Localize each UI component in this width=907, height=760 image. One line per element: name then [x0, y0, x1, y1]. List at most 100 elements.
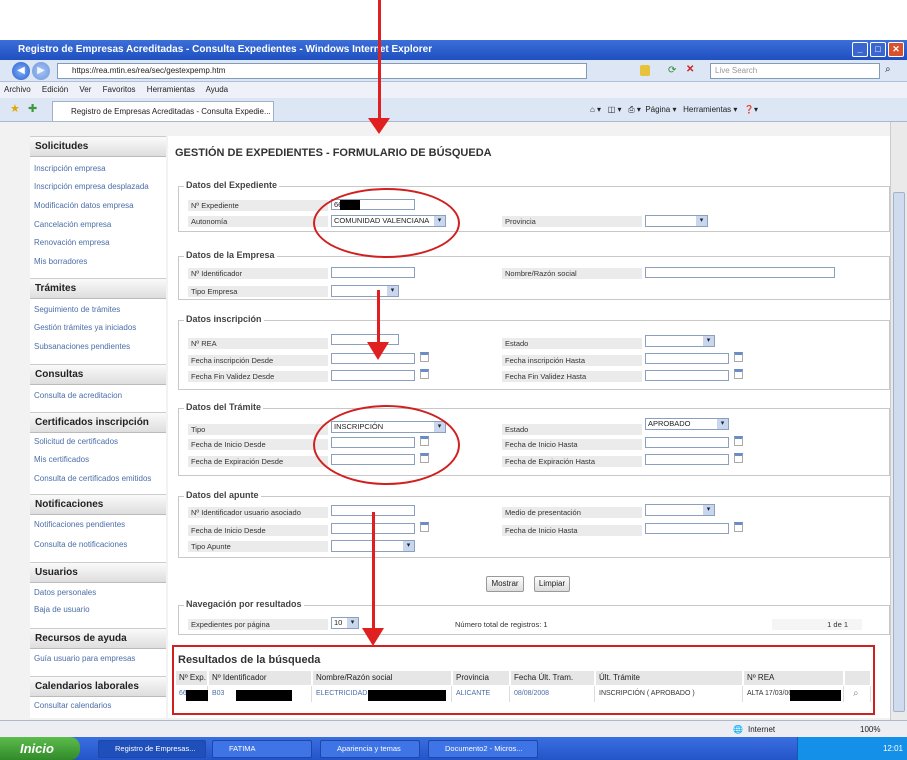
task-fatima[interactable]: FATIMA	[212, 740, 312, 758]
col-header-fecha[interactable]: Fecha Últ. Tram.	[511, 671, 595, 685]
show-button[interactable]: Mostrar	[486, 576, 524, 592]
refresh-icon[interactable]: ⟳	[668, 65, 676, 76]
fin-desde-input[interactable]	[331, 370, 415, 381]
start-button[interactable]: Inicio	[0, 737, 80, 760]
favorites-star-icon[interactable]: ★	[10, 102, 20, 115]
insc-hasta-input[interactable]	[645, 353, 729, 364]
calendar-icon[interactable]	[734, 352, 743, 362]
col-header-provincia[interactable]: Provincia	[453, 671, 510, 685]
label-estado-inscripcion: Estado	[502, 338, 642, 349]
calendar-icon[interactable]	[734, 522, 743, 532]
feeds-icon[interactable]: ◫ ▾	[608, 105, 622, 114]
sidebar-item-renovacion[interactable]: Renovación empresa	[34, 238, 110, 247]
sidebar-item-subsanaciones[interactable]: Subsanaciones pendientes	[34, 342, 130, 351]
estado-inscripcion-select[interactable]: ▾	[645, 335, 715, 347]
num-identificador-input[interactable]	[331, 267, 415, 278]
back-button[interactable]: ◀	[12, 62, 30, 80]
calendar-icon[interactable]	[734, 369, 743, 379]
label-rea: Nº REA	[188, 338, 328, 349]
help-icon[interactable]: ❓▾	[744, 105, 758, 114]
inicio-hasta-input[interactable]	[645, 437, 729, 448]
legend-empresa: Datos de la Empresa	[184, 250, 277, 260]
sidebar-item-borradores[interactable]: Mis borradores	[34, 257, 87, 266]
calendar-icon[interactable]	[420, 522, 429, 532]
exp-hasta-input[interactable]	[645, 454, 729, 465]
scrollbar-thumb[interactable]	[893, 192, 905, 712]
sidebar-item-cancelacion[interactable]: Cancelación empresa	[34, 220, 111, 229]
menu-edicion[interactable]: Edición	[42, 85, 68, 94]
fin-hasta-input[interactable]	[645, 370, 729, 381]
task-registro[interactable]: Registro de Empresas...	[98, 740, 206, 758]
apunte-inicio-hasta-input[interactable]	[645, 523, 729, 534]
page-menu[interactable]: Página	[645, 105, 670, 114]
calendar-icon[interactable]	[420, 369, 429, 379]
home-icon[interactable]: ⌂ ▾	[590, 105, 601, 114]
legend-inscripcion: Datos inscripción	[184, 314, 264, 324]
chevron-down-icon: ▾	[717, 419, 728, 429]
menu-ayuda[interactable]: Ayuda	[206, 85, 229, 94]
sidebar-item-certificados-emitidos[interactable]: Consulta de certificados emitidos	[34, 474, 151, 483]
sidebar-item-mis-certificados[interactable]: Mis certificados	[34, 455, 89, 464]
section-recursos: Recursos de ayuda	[30, 628, 166, 649]
menu-favoritos[interactable]: Favoritos	[103, 85, 136, 94]
cell-fecha[interactable]: 08/08/2008	[511, 686, 595, 702]
per-page-select[interactable]: 10 ▾	[331, 617, 359, 629]
col-header-nombre[interactable]: Nombre/Razón social	[313, 671, 452, 685]
provincia-select[interactable]: ▾	[645, 215, 708, 227]
tipo-empresa-select[interactable]: ▾	[331, 285, 399, 297]
forward-button[interactable]: ▶	[32, 62, 50, 80]
clear-button[interactable]: Limpiar	[534, 576, 570, 592]
minimize-button[interactable]: _	[852, 42, 868, 57]
print-icon[interactable]: ⎙ ▾	[628, 105, 641, 114]
magnifier-icon[interactable]: ⌕	[845, 686, 871, 702]
medio-select[interactable]: ▾	[645, 504, 715, 516]
sidebar-item-solicitud-certificados[interactable]: Solicitud de certificados	[34, 437, 118, 446]
sidebar-item-inscripcion[interactable]: Inscripción empresa	[34, 164, 106, 173]
nombre-input[interactable]	[645, 267, 835, 278]
url-input[interactable]: https://rea.mtin.es/rea/sec/gestexpemp.h…	[57, 63, 587, 79]
section-usuarios: Usuarios	[30, 562, 166, 583]
page-title: GESTIÓN DE EXPEDIENTES - FORMULARIO DE B…	[175, 147, 492, 159]
close-button[interactable]: ✕	[888, 42, 904, 57]
add-favorite-icon[interactable]: ✚	[28, 102, 37, 115]
task-apariencia[interactable]: Apariencia y temas	[320, 740, 420, 758]
menu-archivo[interactable]: Archivo	[4, 85, 31, 94]
search-input[interactable]: Live Search	[710, 63, 880, 79]
task-documento[interactable]: Documento2 - Micros...	[428, 740, 538, 758]
annotation-arrow	[377, 290, 380, 350]
calendar-icon[interactable]	[734, 453, 743, 463]
label-exp-desde: Fecha de Expiración Desde	[188, 456, 328, 467]
sidebar-item-modificacion[interactable]: Modificación datos empresa	[34, 201, 134, 210]
calendar-icon[interactable]	[420, 352, 429, 362]
stop-icon[interactable]: ✕	[686, 64, 694, 75]
col-header-rea[interactable]: Nº REA	[744, 671, 844, 685]
sidebar-item-inscripcion-desplazada[interactable]: Inscripción empresa desplazada	[34, 182, 149, 191]
clock: 12:01	[882, 744, 903, 753]
cell-provincia[interactable]: ALICANTE	[453, 686, 510, 702]
col-header-exp[interactable]: Nº Exp.	[176, 671, 208, 685]
tools-menu[interactable]: Herramientas	[683, 105, 731, 114]
sidebar-item-baja-usuario[interactable]: Baja de usuario	[34, 605, 90, 614]
menu-ver[interactable]: Ver	[79, 85, 91, 94]
sidebar-item-notificaciones-pendientes[interactable]: Notificaciones pendientes	[34, 520, 125, 529]
sidebar-item-gestion[interactable]: Gestión trámites ya iniciados	[34, 323, 136, 332]
label-nombre: Nombre/Razón social	[502, 268, 642, 279]
vertical-scrollbar[interactable]	[890, 122, 907, 720]
sidebar-item-datos-personales[interactable]: Datos personales	[34, 588, 96, 597]
sidebar-item-guia[interactable]: Guía usuario para empresas	[34, 654, 135, 663]
estado-tramite-select[interactable]: APROBADO ▾	[645, 418, 729, 430]
col-header-tramite[interactable]: Últ. Trámite	[596, 671, 743, 685]
search-icon[interactable]: ⌕	[885, 64, 891, 75]
menu-bar: Archivo Edición Ver Favoritos Herramient…	[0, 82, 907, 98]
maximize-button[interactable]: □	[870, 42, 886, 57]
col-header-identificador[interactable]: Nº Identificador	[209, 671, 312, 685]
sidebar-item-consulta-notificaciones[interactable]: Consulta de notificaciones	[34, 540, 127, 549]
browser-tab[interactable]: Registro de Empresas Acreditadas - Consu…	[52, 101, 274, 121]
zoom-level[interactable]: 100%	[860, 721, 880, 738]
calendar-icon[interactable]	[734, 436, 743, 446]
annotation-arrowhead	[368, 118, 390, 134]
sidebar-item-calendarios[interactable]: Consultar calendarios	[34, 701, 111, 710]
sidebar-item-seguimiento[interactable]: Seguimiento de trámites	[34, 305, 120, 314]
menu-herramientas[interactable]: Herramientas	[147, 85, 195, 94]
sidebar-item-consulta-acreditacion[interactable]: Consulta de acreditacion	[34, 391, 122, 400]
